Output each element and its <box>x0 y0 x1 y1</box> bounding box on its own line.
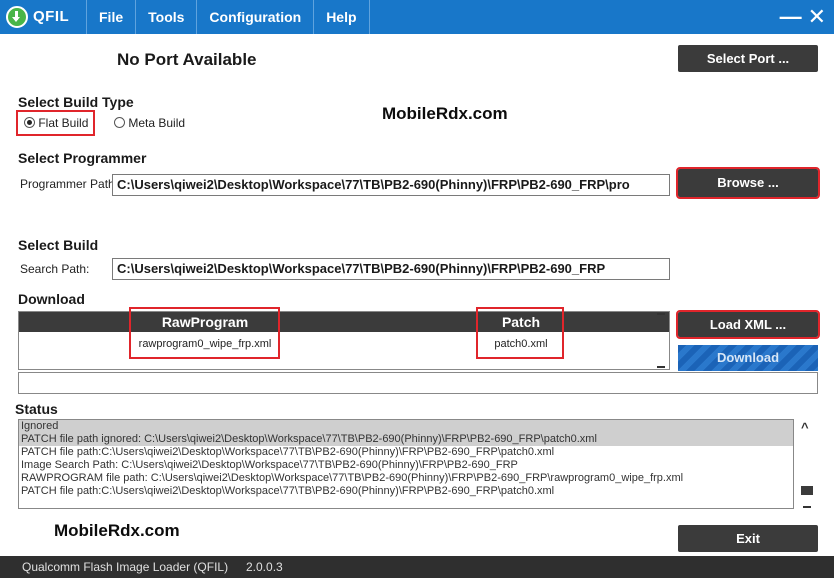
meta-build-radio[interactable]: Meta Build <box>114 116 185 130</box>
build-type-title: Select Build Type <box>18 94 134 110</box>
flat-build-label: Flat Build <box>38 116 89 130</box>
menu-bar: File Tools Configuration Help <box>86 0 370 34</box>
status-line: PATCH file path:C:\Users\qiwei2\Desktop\… <box>21 446 555 458</box>
download-table: RawProgram Patch rawprogram0_wipe_frp.xm… <box>18 311 670 370</box>
watermark-bottom: MobileRdx.com <box>54 521 180 540</box>
qfil-logo-icon <box>6 6 28 28</box>
programmer-path-field[interactable]: C:\Users\qiwei2\Desktop\Workspace\77\TB\… <box>112 174 670 196</box>
search-path-label: Search Path: <box>20 262 90 276</box>
patch-highlight <box>476 307 564 359</box>
menu-help[interactable]: Help <box>313 0 370 34</box>
flat-build-radio[interactable]: Flat Build <box>24 116 88 130</box>
status-line: Ignored <box>19 420 793 433</box>
minimize-icon[interactable]: — <box>780 3 802 31</box>
progress-bar <box>18 372 818 394</box>
menu-tools[interactable]: Tools <box>135 0 196 34</box>
browse-button[interactable]: Browse ... <box>676 167 820 199</box>
table-scroll-down-icon[interactable] <box>657 366 665 368</box>
status-scroll-up-icon[interactable]: ^ <box>801 420 809 435</box>
load-xml-button[interactable]: Load XML ... <box>676 310 820 339</box>
status-scroll-down-icon[interactable] <box>803 506 811 508</box>
download-title: Download <box>18 291 85 307</box>
radio-selected-icon <box>24 117 35 128</box>
port-status: No Port Available <box>117 50 257 69</box>
rawprogram-highlight <box>129 307 280 359</box>
version-label: 2.0.0.3 <box>246 560 283 574</box>
status-bar: Qualcomm Flash Image Loader (QFIL) 2.0.0… <box>0 556 834 578</box>
select-port-button[interactable]: Select Port ... <box>678 45 818 72</box>
exit-button[interactable]: Exit <box>678 525 818 552</box>
status-log[interactable]: Ignored PATCH file path ignored: C:\User… <box>18 419 794 509</box>
product-name: Qualcomm Flash Image Loader (QFIL) <box>22 560 229 574</box>
status-scroll-thumb[interactable] <box>801 486 813 495</box>
status-line: PATCH file path ignored: C:\Users\qiwei2… <box>19 433 793 446</box>
status-line: RAWPROGRAM file path: C:\Users\qiwei2\De… <box>21 472 684 484</box>
status-line: PATCH file path:C:\Users\qiwei2\Desktop\… <box>21 485 555 497</box>
status-line: Image Search Path: C:\Users\qiwei2\Deskt… <box>21 459 518 471</box>
menu-configuration[interactable]: Configuration <box>196 0 313 34</box>
programmer-path-label: Programmer Path <box>20 177 115 191</box>
title-bar: QFIL File Tools Configuration Help — ✕ <box>0 0 834 34</box>
search-path-field[interactable]: C:\Users\qiwei2\Desktop\Workspace\77\TB\… <box>112 258 670 280</box>
select-build-title: Select Build <box>18 237 99 253</box>
programmer-title: Select Programmer <box>18 150 147 166</box>
meta-build-label: Meta Build <box>128 116 186 130</box>
download-button[interactable]: Download <box>678 345 818 371</box>
menu-file[interactable]: File <box>86 0 135 34</box>
close-icon[interactable]: ✕ <box>808 3 826 31</box>
status-title: Status <box>15 401 58 417</box>
window-controls: — ✕ <box>780 3 826 31</box>
app-name: QFIL <box>33 8 70 25</box>
watermark-top: MobileRdx.com <box>382 104 508 123</box>
table-scroll-up-icon[interactable] <box>657 313 665 315</box>
radio-unselected-icon <box>114 117 125 128</box>
table-header <box>19 312 669 332</box>
